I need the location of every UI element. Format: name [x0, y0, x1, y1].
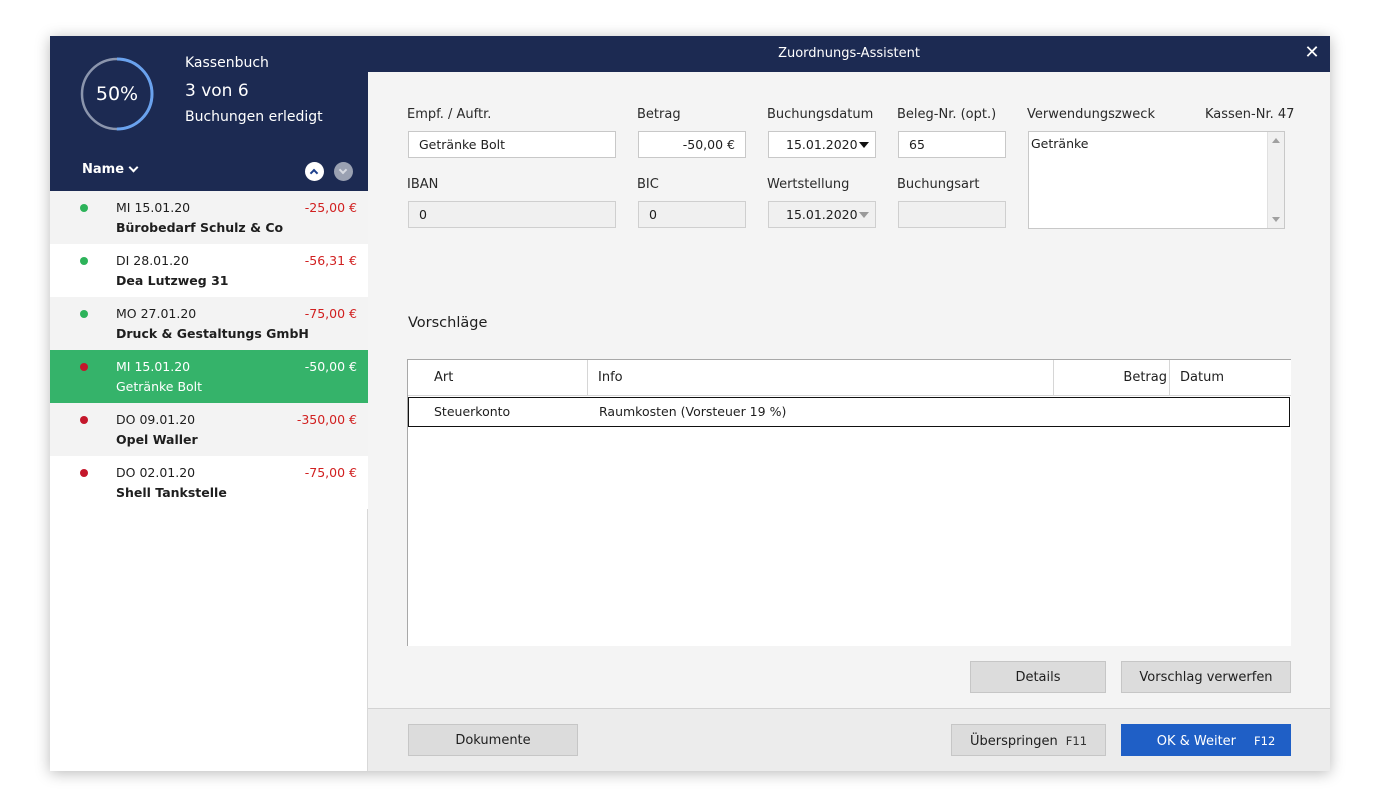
sort-name-button[interactable]: Name [82, 162, 139, 177]
progress-subtitle: Buchungen erledigt [185, 109, 323, 125]
cell-info: Raumkosten (Vorsteuer 19 %) [599, 404, 787, 419]
recipient-input[interactable]: Getränke Bolt [408, 131, 616, 158]
documents-button[interactable]: Dokumente [408, 724, 578, 756]
close-button[interactable]: ✕ [1294, 36, 1330, 72]
purpose-label: Verwendungszweck [1027, 107, 1155, 122]
previous-item-button[interactable] [305, 162, 324, 181]
purpose-value: Getränke [1031, 136, 1089, 151]
recipient-label: Empf. / Auftr. [407, 107, 492, 122]
item-amount: -50,00 € [304, 359, 357, 374]
progress-count: 3 von 6 [185, 81, 249, 101]
iban-label: IBAN [407, 177, 439, 192]
bic-input[interactable]: 0 [638, 201, 746, 228]
close-icon: ✕ [1304, 42, 1320, 63]
item-date: MI 15.01.20 [116, 200, 191, 215]
column-header-datum[interactable]: Datum [1170, 360, 1291, 396]
value-date-dropdown[interactable]: 15.01.2020 [768, 201, 876, 228]
dropdown-arrow-icon [859, 212, 869, 218]
chevron-up-icon [309, 168, 319, 178]
column-header-betrag[interactable]: Betrag [1054, 360, 1170, 396]
skip-button[interactable]: Überspringen F11 [951, 724, 1106, 756]
amount-label: Betrag [637, 107, 681, 122]
scrollbar[interactable] [1267, 132, 1284, 228]
ok-continue-button[interactable]: OK & Weiter F12 [1121, 724, 1291, 756]
discard-suggestion-button[interactable]: Vorschlag verwerfen [1121, 661, 1291, 693]
next-item-button[interactable] [334, 162, 353, 181]
list-item[interactable]: DI 28.01.20 Dea Lutzweg 31 -56,31 € [50, 244, 368, 297]
sidebar-header: 50% Kassenbuch 3 von 6 Buchungen erledig… [50, 36, 368, 191]
details-button[interactable]: Details [970, 661, 1106, 693]
dropdown-arrow-icon [859, 142, 869, 148]
item-amount: -56,31 € [304, 253, 357, 268]
booking-list: MI 15.01.20 Bürobedarf Schulz & Co -25,0… [50, 191, 368, 509]
suggestions-title: Vorschläge [408, 315, 488, 331]
list-item[interactable]: DO 02.01.20 Shell Tankstelle -75,00 € [50, 456, 368, 509]
sort-label: Name [82, 162, 125, 177]
receipt-label: Beleg-Nr. (opt.) [897, 107, 997, 122]
chevron-down-icon [338, 165, 348, 175]
scroll-up-icon[interactable] [1272, 138, 1280, 143]
item-date: DO 02.01.20 [116, 465, 196, 480]
iban-input[interactable]: 0 [408, 201, 616, 228]
suggestions-table: Art Info Betrag Datum Steuerkonto Raumko… [407, 359, 1291, 646]
list-item-selected[interactable]: MI 15.01.20 Getränke Bolt -50,00 € [50, 350, 368, 403]
item-date: MO 27.01.20 [116, 306, 197, 321]
status-dot [80, 204, 88, 212]
value-date-value: 15.01.2020 [786, 207, 858, 222]
booking-type-label: Buchungsart [897, 177, 980, 192]
sidebar: 50% Kassenbuch 3 von 6 Buchungen erledig… [50, 36, 368, 771]
booking-type-input[interactable] [898, 201, 1006, 228]
status-dot [80, 416, 88, 424]
item-amount: -25,00 € [304, 200, 357, 215]
item-date: DI 28.01.20 [116, 253, 189, 268]
cash-number: Kassen-Nr. 47 [1205, 107, 1295, 122]
booking-date-dropdown[interactable]: 15.01.2020 [768, 131, 876, 158]
item-name: Dea Lutzweg 31 [116, 273, 229, 288]
item-date: DO 09.01.20 [116, 412, 196, 427]
window-titlebar: Zuordnungs-Assistent ✕ [368, 36, 1330, 72]
scroll-down-icon[interactable] [1272, 217, 1280, 222]
item-amount: -75,00 € [304, 465, 357, 480]
item-date: MI 15.01.20 [116, 359, 191, 374]
skip-label: Überspringen [969, 734, 1058, 749]
list-item[interactable]: MI 15.01.20 Bürobedarf Schulz & Co -25,0… [50, 191, 368, 244]
ok-label: OK & Weiter [1156, 734, 1237, 749]
value-date-label: Wertstellung [767, 177, 850, 192]
cashbook-title: Kassenbuch [185, 55, 269, 71]
bic-label: BIC [637, 177, 659, 192]
skip-shortcut: F11 [1065, 734, 1088, 748]
booking-date-value: 15.01.2020 [786, 137, 858, 152]
assistant-window: 50% Kassenbuch 3 von 6 Buchungen erledig… [50, 36, 1330, 771]
item-name: Getränke Bolt [116, 379, 203, 394]
window-title: Zuordnungs-Assistent [778, 46, 920, 61]
list-item[interactable]: MO 27.01.20 Druck & Gestaltungs GmbH -75… [50, 297, 368, 350]
item-amount: -350,00 € [296, 412, 357, 427]
amount-input[interactable]: -50,00 € [638, 131, 746, 158]
purpose-textarea[interactable]: Getränke [1028, 131, 1285, 229]
booking-date-label: Buchungsdatum [767, 107, 874, 122]
receipt-input[interactable]: 65 [898, 131, 1006, 158]
status-dot [80, 310, 88, 318]
list-item[interactable]: DO 09.01.20 Opel Waller -350,00 € [50, 403, 368, 456]
progress-percent: 50% [95, 83, 139, 105]
cell-art: Steuerkonto [434, 404, 511, 419]
item-name: Bürobedarf Schulz & Co [116, 220, 284, 235]
ok-shortcut: F12 [1254, 734, 1276, 748]
column-header-art[interactable]: Art [408, 360, 588, 396]
item-name: Druck & Gestaltungs GmbH [116, 326, 309, 341]
item-name: Opel Waller [116, 432, 198, 447]
status-dot [80, 257, 88, 265]
item-amount: -75,00 € [304, 306, 357, 321]
status-dot [80, 469, 88, 477]
column-header-info[interactable]: Info [588, 360, 1054, 396]
status-dot [80, 363, 88, 371]
table-row[interactable]: Steuerkonto Raumkosten (Vorsteuer 19 %) [408, 397, 1290, 427]
table-header: Art Info Betrag Datum [408, 360, 1291, 396]
item-name: Shell Tankstelle [116, 485, 227, 500]
chevron-down-icon [128, 162, 139, 173]
